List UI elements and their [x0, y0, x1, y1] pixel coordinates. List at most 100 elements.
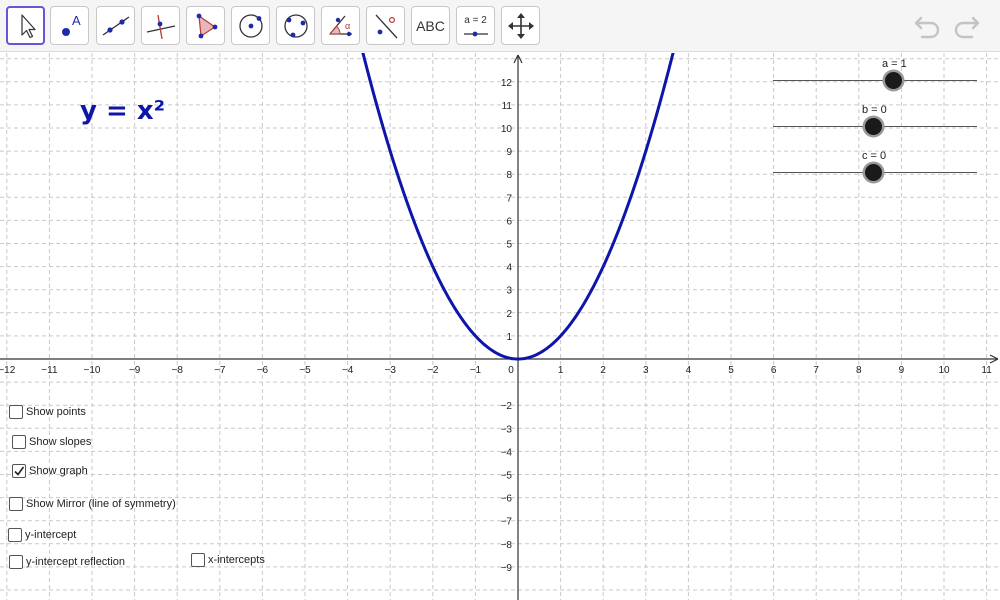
slider-a-label: a = 1	[882, 58, 907, 70]
move-arrows-icon	[507, 12, 534, 39]
y-tick-label: 1	[506, 332, 512, 343]
point-tool-label: A	[72, 13, 81, 28]
point-icon: A	[61, 13, 81, 36]
y-tick-label: 10	[501, 124, 513, 135]
x-tick-label: 7	[813, 365, 819, 376]
redo-icon	[954, 16, 980, 39]
show-graph-checkbox[interactable]: Show graph	[12, 464, 88, 478]
checkbox-box[interactable]	[9, 555, 23, 569]
slider-c-label: c = 0	[862, 150, 887, 162]
y-tick-label: 7	[506, 193, 512, 204]
redo-button[interactable]	[951, 12, 981, 40]
y-tick-label: −9	[501, 563, 513, 574]
show-graph-label: Show graph	[29, 465, 88, 477]
show-mirror-label: Show Mirror (line of symmetry)	[26, 498, 176, 510]
x-tick-label: 0	[508, 365, 514, 376]
move-graphics-view-tool-button[interactable]	[501, 6, 540, 45]
show-slopes-checkbox[interactable]: Show slopes	[12, 435, 91, 449]
x-tick-label: −12	[0, 365, 16, 376]
slider-a-track[interactable]	[773, 80, 977, 81]
x-tick-label: 3	[643, 365, 649, 376]
y-tick-label: −8	[501, 540, 513, 551]
y-intercept-reflection-checkbox[interactable]: y-intercept reflection	[9, 555, 125, 569]
y-tick-label: 8	[506, 170, 512, 181]
checkbox-box[interactable]	[12, 464, 26, 478]
x-tick-label: 10	[938, 365, 950, 376]
reflect-icon	[375, 14, 397, 38]
reflect-tool-button[interactable]	[366, 6, 405, 45]
y-tick-label: 6	[506, 216, 512, 227]
y-tick-label: 4	[506, 263, 512, 274]
angle-tool-label: α	[345, 21, 350, 31]
y-intercept-reflection-label: y-intercept reflection	[26, 556, 126, 568]
show-slopes-label: Show slopes	[29, 436, 92, 448]
x-tick-label: −4	[342, 365, 354, 376]
checkbox-box[interactable]	[191, 553, 205, 567]
y-tick-label: −3	[501, 424, 513, 435]
y-axis-labels: 123456789101112−2−3−4−5−6−7−8−9	[501, 78, 513, 574]
slider-a-knob[interactable]	[885, 72, 902, 89]
x-tick-label: 8	[856, 365, 862, 376]
x-tick-label: −10	[84, 365, 101, 376]
x-tick-label: −7	[214, 365, 226, 376]
checkbox-box[interactable]	[8, 528, 22, 542]
slider-a[interactable]: a = 1	[773, 58, 977, 89]
show-points-label: Show points	[26, 406, 86, 418]
x-tick-label: 11	[981, 365, 992, 376]
move-tool-button[interactable]	[6, 6, 45, 45]
circle-center-icon	[238, 13, 263, 38]
axes	[0, 54, 999, 600]
circle-three-points-icon	[283, 13, 308, 38]
x-tick-label: 5	[728, 365, 734, 376]
perpendicular-line-tool-button[interactable]	[141, 6, 180, 45]
y-tick-label: 3	[506, 286, 512, 297]
x-tick-label: −9	[129, 365, 141, 376]
angle-tool-button[interactable]: α	[321, 6, 360, 45]
slider-b-knob[interactable]	[865, 118, 882, 135]
checkbox-box[interactable]	[12, 435, 26, 449]
checkmark-icon	[14, 466, 25, 476]
y-tick-label: −5	[501, 471, 513, 482]
x-tick-label: −8	[171, 365, 183, 376]
show-mirror-checkbox[interactable]: Show Mirror (line of symmetry)	[9, 497, 176, 511]
show-points-checkbox[interactable]: Show points	[9, 405, 86, 419]
x-tick-label: 6	[771, 365, 777, 376]
x-tick-label: −6	[257, 365, 269, 376]
y-intercept-label: y-intercept	[25, 529, 77, 541]
polygon-tool-button[interactable]	[186, 6, 225, 45]
y-intercept-checkbox[interactable]: y-intercept	[8, 528, 76, 542]
angle-icon: α	[328, 15, 352, 36]
text-tool-label: ABC	[416, 17, 445, 34]
y-tick-label: 9	[506, 147, 512, 158]
y-tick-label: −6	[501, 494, 513, 505]
slider-c-knob[interactable]	[865, 164, 882, 181]
x-tick-label: −3	[384, 365, 396, 376]
circle-three-points-tool-button[interactable]	[276, 6, 315, 45]
y-tick-label: −2	[501, 401, 513, 412]
circle-center-point-tool-button[interactable]	[231, 6, 270, 45]
slider-b[interactable]: b = 0	[773, 104, 977, 135]
undo-button[interactable]	[913, 12, 943, 40]
checkbox-box[interactable]	[9, 405, 23, 419]
text-tool-button[interactable]: ABC	[411, 6, 450, 45]
arrow-cursor-icon	[20, 13, 36, 38]
line-icon	[102, 15, 129, 36]
polygon-icon	[196, 13, 217, 38]
undo-icon	[914, 16, 940, 39]
x-tick-label: 9	[899, 365, 905, 376]
slider-c[interactable]: c = 0	[773, 150, 977, 181]
graphics-view[interactable]: −12 −11 −10 −9 −8 −7 −6 −5 −4 −3 −2 −1 0 1 2 3 4 5 6 7 8 9 10 1…	[0, 53, 1000, 600]
toolbar: A α ABC a = 2	[0, 0, 1000, 52]
line-tool-button[interactable]	[96, 6, 135, 45]
x-intercepts-checkbox[interactable]: x-intercepts	[191, 553, 265, 567]
slider-tool-label: a = 2	[464, 15, 487, 26]
y-tick-label: −7	[501, 517, 513, 528]
slider-tool-button[interactable]: a = 2	[456, 6, 495, 45]
x-tick-label: 2	[600, 365, 606, 376]
x-tick-label: −2	[427, 365, 439, 376]
perpendicular-line-icon	[146, 14, 175, 39]
x-axis-labels: −12 −11 −10 −9 −8 −7 −6 −5 −4 −3 −2 −1 0 1 2 3 4 5 6 7 8 9 10 1…	[0, 365, 992, 376]
point-tool-button[interactable]: A	[50, 6, 89, 45]
slider-b-label: b = 0	[862, 104, 887, 116]
checkbox-box[interactable]	[9, 497, 23, 511]
